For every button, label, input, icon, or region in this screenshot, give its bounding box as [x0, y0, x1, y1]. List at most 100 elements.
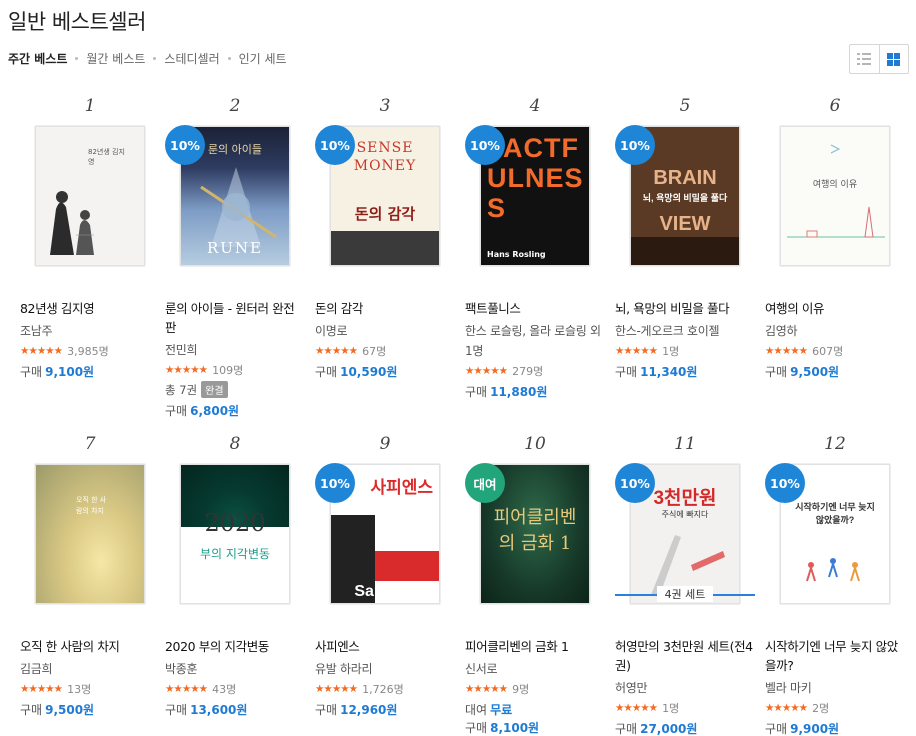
book-title[interactable]: 허영만의 3천만원 세트(전4권): [615, 637, 755, 675]
star-rating-icon: ★★★★★: [615, 345, 658, 357]
book-title[interactable]: 2020 부의 지각변동: [165, 637, 305, 656]
star-rating-icon: ★★★★★: [315, 345, 358, 357]
discount-badge: 10%: [315, 463, 355, 503]
book-author[interactable]: 한스-게오르크 호이젤: [615, 321, 755, 341]
tab-weekly-best[interactable]: 주간 베스트: [8, 50, 67, 67]
cover-subtitle: 뇌, 욕망의 비밀을 풀다: [642, 193, 728, 203]
purchase-label: 구매: [315, 703, 338, 717]
purchase-price[interactable]: 12,960원: [340, 703, 397, 717]
page-title: 일반 베스트셀러: [8, 10, 146, 34]
purchase-label: 구매: [765, 722, 788, 736]
book-author[interactable]: 김영하: [765, 321, 905, 341]
tab-monthly-best[interactable]: 월간 베스트: [86, 50, 145, 67]
book-author[interactable]: 벨라 마키: [765, 678, 905, 698]
book-rating: ★★★★★ 9명: [465, 681, 605, 697]
book-title[interactable]: 돈의 감각: [315, 299, 455, 318]
rank-number: 11: [674, 434, 696, 454]
book-author[interactable]: 김금희: [20, 659, 160, 679]
star-rating-icon: ★★★★★: [20, 345, 63, 357]
tab-popular-set[interactable]: 인기 세트: [239, 50, 287, 67]
discount-badge: 10%: [615, 125, 655, 165]
discount-badge: 10%: [465, 125, 505, 165]
purchase-price[interactable]: 8,100원: [490, 721, 539, 735]
discount-badge: 10%: [765, 463, 805, 503]
cover-band: [631, 237, 739, 265]
purchase-price[interactable]: 10,590원: [340, 365, 397, 379]
cover-title: 오직 한 사람의 차지: [76, 496, 107, 515]
rating-count: 3,985명: [67, 345, 109, 358]
purchase-price[interactable]: 9,500원: [45, 703, 94, 717]
complete-badge: 완결: [201, 381, 228, 398]
volume-info: 총 7권 완결: [165, 381, 305, 398]
book-title[interactable]: 팩트풀니스: [465, 299, 605, 318]
book-title[interactable]: 피어클리벤의 금화 1: [465, 637, 605, 656]
rank-number: 6: [829, 96, 841, 116]
book-title[interactable]: 룬의 아이들 - 윈터러 완전판: [165, 299, 305, 337]
discount-badge: 10%: [615, 463, 655, 503]
book-author[interactable]: 박종훈: [165, 659, 305, 679]
purchase-price-line: 구매 11,340원: [615, 363, 755, 381]
book-rating: ★★★★★ 1명: [615, 700, 755, 716]
star-rating-icon: ★★★★★: [20, 683, 63, 695]
rank-number: 12: [824, 434, 846, 454]
purchase-price[interactable]: 11,880원: [490, 385, 547, 399]
cover-subtitle: RUNE: [206, 239, 263, 257]
purchase-price[interactable]: 6,800원: [190, 404, 239, 418]
rent-price[interactable]: 무료: [490, 703, 512, 717]
rating-count: 109명: [212, 364, 244, 377]
book-rating: ★★★★★ 2명: [765, 700, 905, 716]
purchase-price-line: 구매 9,500원: [20, 701, 160, 719]
rent-price-line: 대여 무료: [465, 701, 605, 719]
cover-title: 여행의 이유: [812, 180, 858, 190]
purchase-label: 구매: [615, 722, 638, 736]
book-cover[interactable]: 82년생 김지영: [35, 126, 145, 266]
star-rating-icon: ★★★★★: [765, 345, 808, 357]
purchase-price-line: 구매 9,900원: [765, 720, 905, 736]
cover-author: Hans Rosling: [487, 250, 546, 259]
book-title[interactable]: 사피엔스: [315, 637, 455, 656]
purchase-price[interactable]: 9,100원: [45, 365, 94, 379]
purchase-price[interactable]: 27,000원: [640, 722, 697, 736]
purchase-price[interactable]: 13,600원: [190, 703, 247, 717]
rating-count: 1,726명: [362, 683, 404, 696]
purchase-label: 구매: [465, 385, 488, 399]
book-cover[interactable]: 오직 한 사람의 차지: [35, 464, 145, 604]
purchase-price[interactable]: 9,500원: [790, 365, 839, 379]
book-author[interactable]: 신서로: [465, 659, 605, 679]
set-label: 4권 세트: [656, 586, 714, 602]
rating-count: 43명: [212, 683, 237, 696]
book-cover[interactable]: 2020 부의 지각변동: [180, 464, 290, 604]
list-view-icon: [857, 53, 872, 65]
book-author[interactable]: 한스 로슬링, 올라 로슬링 외 1명: [465, 321, 605, 361]
rent-badge: 대여: [465, 463, 505, 503]
book-cover[interactable]: 여행의 이유: [780, 126, 890, 266]
book-title[interactable]: 시작하기엔 너무 늦지 않았을까?: [765, 637, 905, 675]
book-author[interactable]: 유발 하라리: [315, 659, 455, 679]
purchase-price[interactable]: 11,340원: [640, 365, 697, 379]
book-author[interactable]: 이명로: [315, 321, 455, 341]
tab-steady-seller[interactable]: 스테디셀러: [164, 50, 219, 67]
rank-number: 4: [529, 96, 541, 116]
book-title[interactable]: 오직 한 사람의 차지: [20, 637, 160, 656]
book-title[interactable]: 82년생 김지영: [20, 299, 160, 318]
rank-number: 1: [84, 96, 96, 116]
grid-view-button[interactable]: [878, 45, 908, 73]
purchase-price-line: 구매 11,880원: [465, 383, 605, 401]
purchase-label: 구매: [765, 365, 788, 379]
book-title[interactable]: 뇌, 욕망의 비밀을 풀다: [615, 299, 755, 318]
tab-separator: [75, 57, 79, 60]
book-author[interactable]: 조남주: [20, 321, 160, 341]
discount-badge: 10%: [165, 125, 205, 165]
view-toggle: [849, 44, 909, 74]
list-view-button[interactable]: [850, 45, 879, 73]
rank-number: 10: [524, 434, 546, 454]
rating-count: 279명: [512, 365, 544, 378]
book-author[interactable]: 전민희: [165, 340, 305, 360]
purchase-price[interactable]: 9,900원: [790, 722, 839, 736]
book-title[interactable]: 여행의 이유: [765, 299, 905, 318]
book-author[interactable]: 허영만: [615, 678, 755, 698]
rank-number: 2: [229, 96, 241, 116]
set-ribbon: 4권 세트: [615, 586, 755, 602]
star-rating-icon: ★★★★★: [465, 365, 508, 377]
book-rating: ★★★★★ 1,726명: [315, 681, 455, 697]
